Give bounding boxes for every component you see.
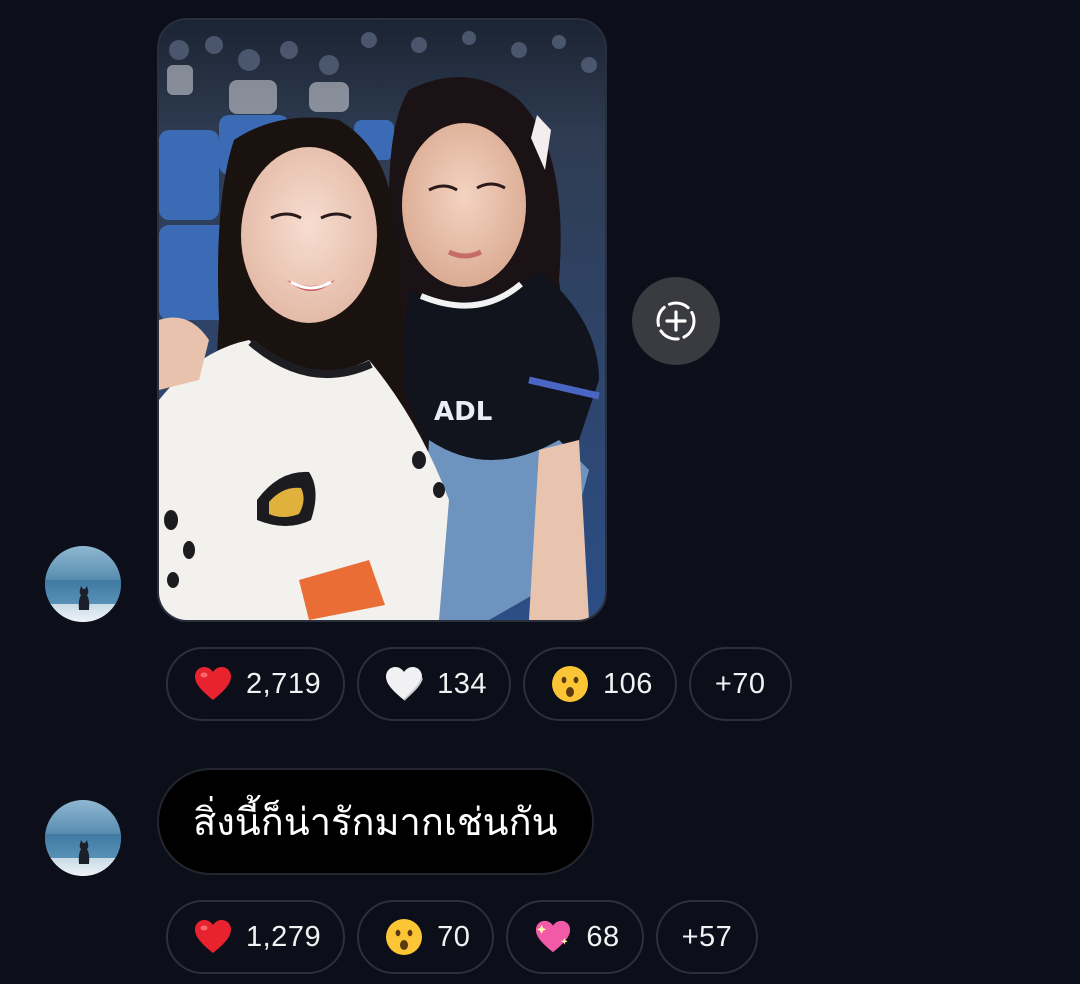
- reaction-astonished-face[interactable]: 106: [522, 647, 677, 721]
- reaction-astonished-face[interactable]: 70: [357, 900, 495, 974]
- reaction-red-heart[interactable]: 1,279: [166, 900, 346, 974]
- cat-silhouette-icon: [78, 586, 90, 610]
- reaction-count: 1,279: [246, 920, 322, 953]
- reaction-count: +57: [681, 920, 733, 953]
- reaction-count: 2,719: [246, 667, 322, 700]
- reaction-count: 70: [437, 920, 471, 953]
- svg-text:ADL: ADL: [434, 397, 492, 427]
- reaction-red-heart[interactable]: 2,719: [166, 647, 346, 721]
- reaction-sparkling-heart[interactable]: 68: [506, 900, 644, 974]
- cat-silhouette-icon: [78, 840, 90, 864]
- add-to-story-button[interactable]: [632, 277, 720, 365]
- reaction-count: +70: [714, 667, 766, 700]
- sender-avatar[interactable]: [45, 800, 121, 876]
- reaction-more[interactable]: +57: [655, 900, 759, 974]
- text-message-bubble[interactable]: สิ่งนี้ก็น่ารักมากเช่นกัน: [157, 768, 594, 875]
- white-heart-icon: [385, 665, 424, 703]
- reactions-bar: 2,719 134 106 +70: [166, 647, 792, 721]
- red-heart-icon: [194, 918, 232, 956]
- sparkling-heart-icon: [534, 918, 572, 956]
- message-text: สิ่งนี้ก็น่ารักมากเช่นกัน: [193, 800, 558, 844]
- sender-avatar[interactable]: [45, 546, 121, 622]
- reaction-more[interactable]: +70: [688, 647, 792, 721]
- add-to-story-icon: [656, 301, 696, 341]
- reaction-white-heart[interactable]: 134: [357, 647, 511, 721]
- astonished-face-icon: [551, 665, 589, 703]
- photo-message[interactable]: ADL: [157, 18, 607, 622]
- reaction-count: 106: [602, 667, 653, 700]
- reactions-bar: 1,279 70 68 +57: [166, 900, 759, 974]
- chat-screen: ADL 2,719 134 106 +70 สิ่งนี้ก็น่ารักมาก…: [0, 0, 1080, 984]
- reaction-count: 68: [586, 920, 620, 953]
- selfie-photo: ADL: [159, 20, 605, 620]
- reaction-count: 134: [437, 667, 487, 700]
- astonished-face-icon: [385, 918, 423, 956]
- red-heart-icon: [194, 665, 232, 703]
